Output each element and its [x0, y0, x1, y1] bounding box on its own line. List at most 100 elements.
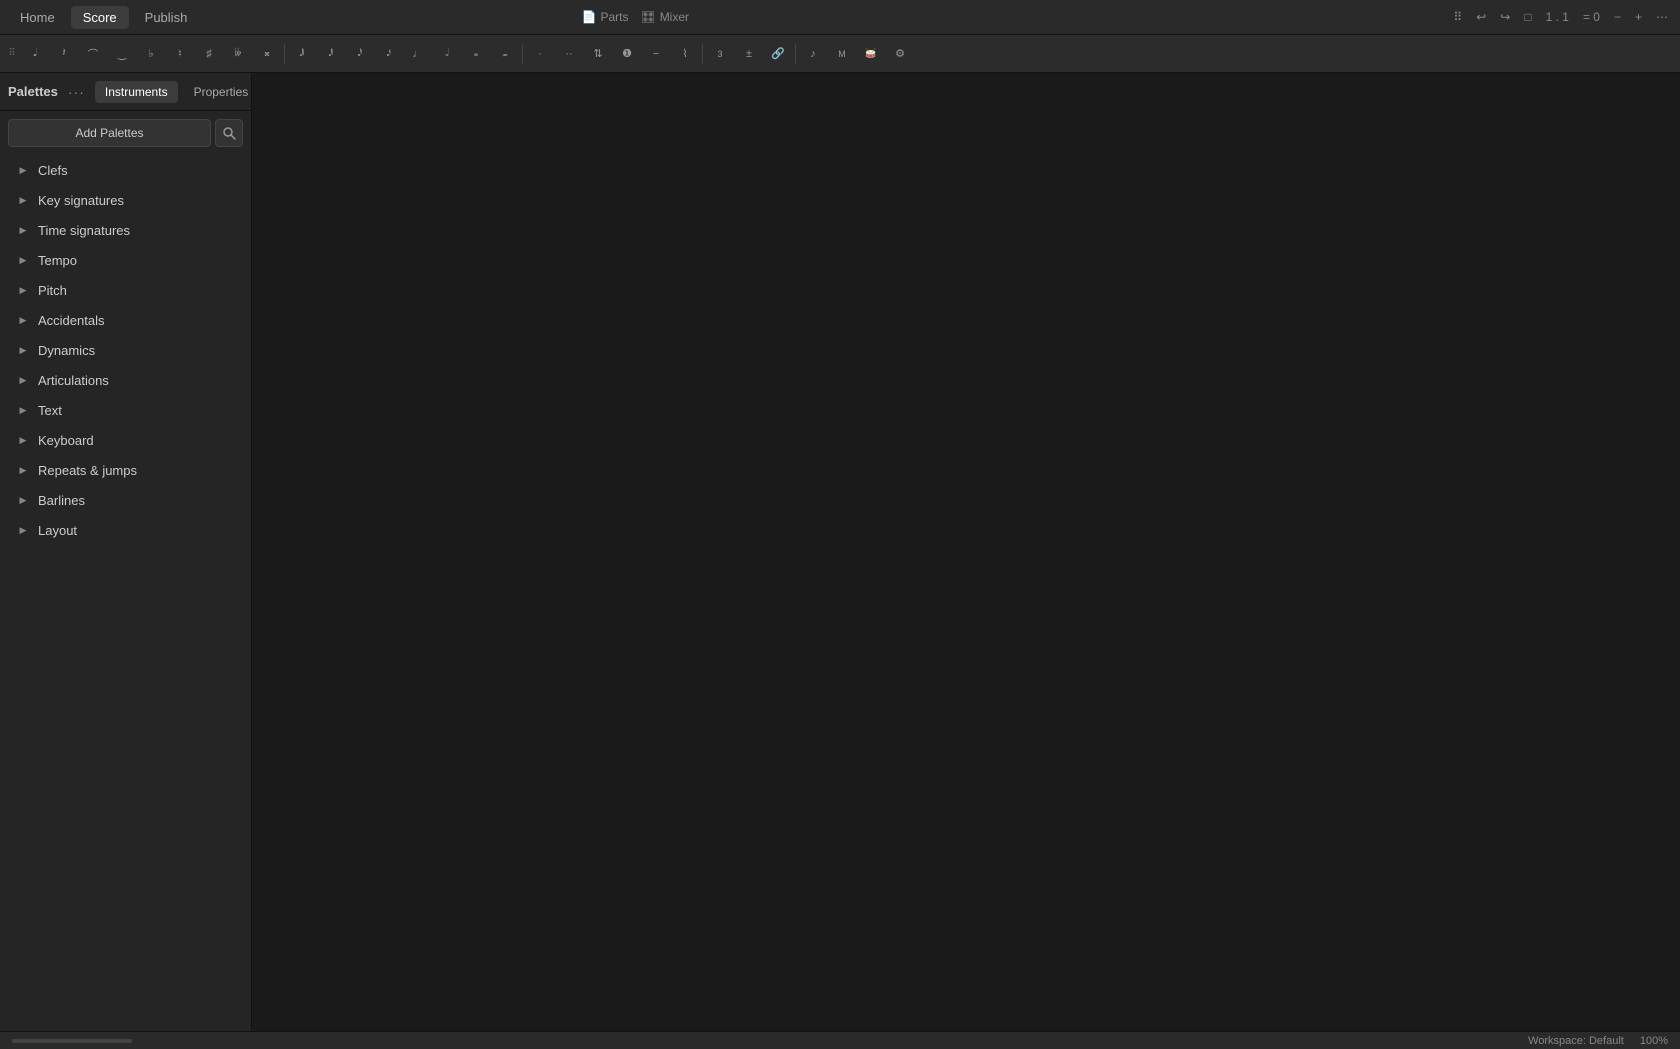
- palette-item-key-signatures[interactable]: ▶ Key signatures: [4, 186, 247, 215]
- palette-item-barlines[interactable]: ▶ Barlines: [4, 486, 247, 515]
- nav-item-publish[interactable]: Publish: [133, 6, 200, 29]
- tab-instruments[interactable]: Instruments: [95, 81, 178, 103]
- redo-button[interactable]: ↪: [1496, 8, 1514, 26]
- chevron-right-icon: ▶: [16, 464, 30, 478]
- scroll-indicator[interactable]: [12, 1039, 132, 1043]
- palette-layout-label: Layout: [38, 523, 77, 538]
- note-icon-btn[interactable]: ♪: [799, 40, 827, 68]
- chevron-right-icon: ▶: [16, 284, 30, 298]
- palette-item-accidentals[interactable]: ▶ Accidentals: [4, 306, 247, 335]
- score-area[interactable]: [252, 73, 1680, 1031]
- drum-button[interactable]: 🥁: [857, 40, 885, 68]
- dot-button[interactable]: ·: [526, 40, 554, 68]
- note-input-button[interactable]: 𝅘𝅥: [21, 40, 49, 68]
- status-bar-left: [12, 1039, 1528, 1043]
- undo-button[interactable]: ↩: [1472, 8, 1490, 26]
- palette-item-layout[interactable]: ▶ Layout: [4, 516, 247, 545]
- sharp-button[interactable]: ♯: [195, 40, 223, 68]
- rest-button[interactable]: 𝄽: [50, 40, 78, 68]
- zoom-reset-button[interactable]: = 0: [1579, 8, 1604, 26]
- minus-button[interactable]: −: [642, 40, 670, 68]
- window-button[interactable]: □: [1520, 8, 1535, 26]
- duration-double-whole[interactable]: 𝅜: [491, 40, 519, 68]
- chevron-right-icon: ▶: [16, 164, 30, 178]
- beam-button[interactable]: ⌇: [671, 40, 699, 68]
- palette-dynamics-label: Dynamics: [38, 343, 95, 358]
- palette-item-time-signatures[interactable]: ▶ Time signatures: [4, 216, 247, 245]
- search-palettes-button[interactable]: [215, 119, 243, 147]
- position-display: 1 . 1: [1542, 8, 1573, 26]
- tie-button[interactable]: ⌒: [79, 40, 107, 68]
- nav-item-home[interactable]: Home: [8, 6, 67, 29]
- flat-button[interactable]: ♭: [137, 40, 165, 68]
- toolbar-sep-1: [284, 44, 285, 64]
- palettes-menu-button[interactable]: ···: [64, 82, 89, 102]
- duration-eighth[interactable]: 𝅘𝅥𝅯: [375, 40, 403, 68]
- duration-quarter[interactable]: ♩: [404, 40, 432, 68]
- grid-icon[interactable]: ⠿: [1449, 8, 1466, 26]
- chevron-right-icon: ▶: [16, 434, 30, 448]
- palette-item-clefs[interactable]: ▶ Clefs: [4, 156, 247, 185]
- natural-button[interactable]: ♮: [166, 40, 194, 68]
- palette-item-dynamics[interactable]: ▶ Dynamics: [4, 336, 247, 365]
- chevron-right-icon: ▶: [16, 254, 30, 268]
- palette-item-text[interactable]: ▶ Text: [4, 396, 247, 425]
- toolbar-sep-3: [702, 44, 703, 64]
- more-button[interactable]: ⋯: [1652, 8, 1672, 26]
- double-flat-button[interactable]: 𝄫: [224, 40, 252, 68]
- palette-keyboard-label: Keyboard: [38, 433, 94, 448]
- m-button[interactable]: M: [828, 40, 856, 68]
- chevron-right-icon: ▶: [16, 314, 30, 328]
- toolbar-sep-2: [522, 44, 523, 64]
- top-nav-bar: Home Score Publish 📄 Parts 🎛 Mixer ⠿ ↩ ↪…: [0, 0, 1680, 35]
- nav-center: 📄 Parts 🎛 Mixer: [581, 10, 689, 24]
- duration-32nd[interactable]: 𝅘𝅥𝅱: [317, 40, 345, 68]
- toolbar-drag-handle[interactable]: ⠿: [4, 40, 20, 68]
- workspace-label: Workspace: Default: [1528, 1035, 1624, 1047]
- settings-gear-btn[interactable]: ⚙: [886, 40, 914, 68]
- palette-item-repeats-jumps[interactable]: ▶ Repeats & jumps: [4, 456, 247, 485]
- voice-button[interactable]: ❶: [613, 40, 641, 68]
- duration-64th[interactable]: 𝅘𝅥𝅲: [288, 40, 316, 68]
- parts-label: Parts: [600, 10, 628, 24]
- tuplet-button[interactable]: 3: [706, 40, 734, 68]
- palette-accidentals-label: Accidentals: [38, 313, 104, 328]
- mixer-button[interactable]: 🎛 Mixer: [640, 10, 689, 24]
- palette-clefs-label: Clefs: [38, 163, 68, 178]
- mixer-label: Mixer: [660, 10, 689, 24]
- palette-pitch-label: Pitch: [38, 283, 67, 298]
- chevron-right-icon: ▶: [16, 224, 30, 238]
- double-sharp-button[interactable]: 𝄪: [253, 40, 281, 68]
- nav-item-score[interactable]: Score: [71, 6, 129, 29]
- palette-item-pitch[interactable]: ▶ Pitch: [4, 276, 247, 305]
- chevron-right-icon: ▶: [16, 344, 30, 358]
- palette-key-signatures-label: Key signatures: [38, 193, 124, 208]
- link-button[interactable]: 🔗: [764, 40, 792, 68]
- chevron-right-icon: ▶: [16, 194, 30, 208]
- double-dot-button[interactable]: ··: [555, 40, 583, 68]
- zoom-in-button[interactable]: +: [1631, 8, 1646, 26]
- zoom-out-button[interactable]: −: [1610, 8, 1625, 26]
- flip-button[interactable]: ⇅: [584, 40, 612, 68]
- palette-time-signatures-label: Time signatures: [38, 223, 130, 238]
- palette-barlines-label: Barlines: [38, 493, 85, 508]
- tab-properties[interactable]: Properties: [184, 81, 259, 103]
- add-palettes-button[interactable]: Add Palettes: [8, 119, 211, 147]
- palette-item-keyboard[interactable]: ▶ Keyboard: [4, 426, 247, 455]
- palette-list: ▶ Clefs ▶ Key signatures ▶ Time signatur…: [0, 155, 251, 1031]
- duration-whole[interactable]: 𝅝: [462, 40, 490, 68]
- slur-button[interactable]: ‿: [108, 40, 136, 68]
- parts-button[interactable]: 📄 Parts: [581, 10, 628, 24]
- palette-item-tempo[interactable]: ▶ Tempo: [4, 246, 247, 275]
- sidebar: Palettes ··· Instruments Properties Add …: [0, 73, 252, 1031]
- palettes-label: Palettes: [8, 84, 58, 99]
- duration-half[interactable]: 𝅗𝅥: [433, 40, 461, 68]
- status-bar: Workspace: Default 100%: [0, 1031, 1680, 1049]
- palette-tempo-label: Tempo: [38, 253, 77, 268]
- duration-16th[interactable]: 𝅘𝅥𝅰: [346, 40, 374, 68]
- search-icon: [222, 126, 236, 140]
- chevron-right-icon: ▶: [16, 374, 30, 388]
- add-remove-button[interactable]: ±: [735, 40, 763, 68]
- palette-item-articulations[interactable]: ▶ Articulations: [4, 366, 247, 395]
- chevron-right-icon: ▶: [16, 404, 30, 418]
